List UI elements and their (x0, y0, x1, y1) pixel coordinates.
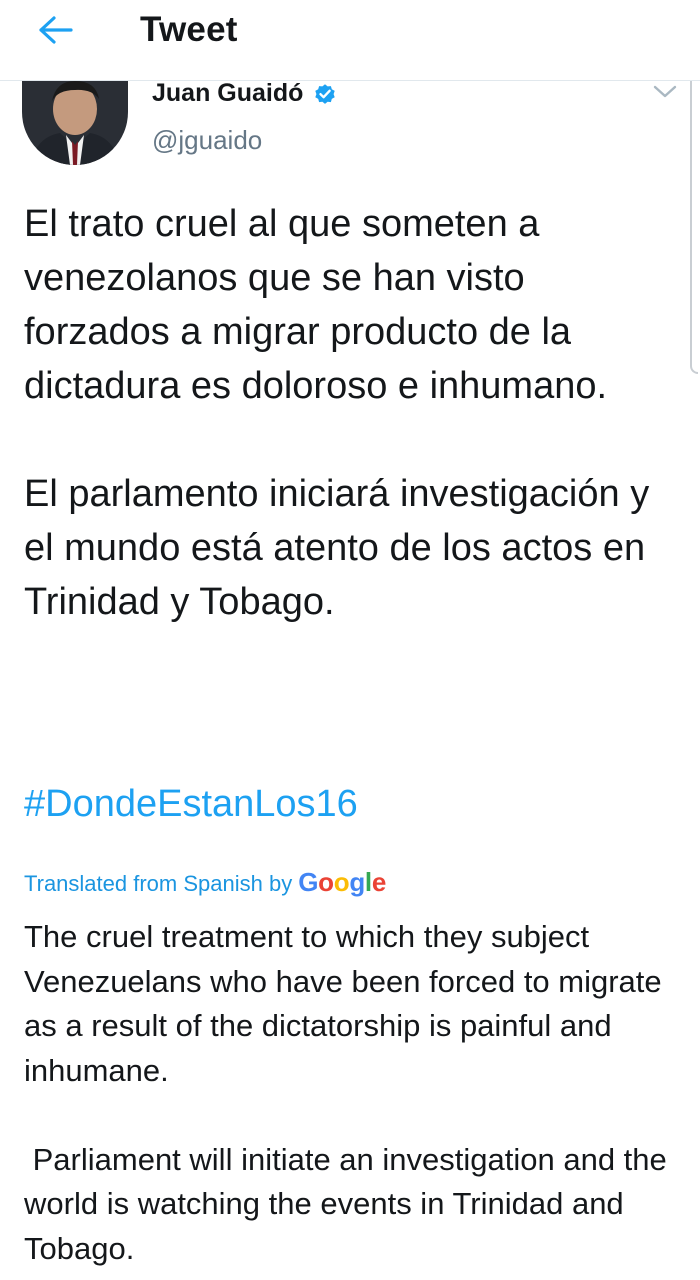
author-handle[interactable]: @jguaido (152, 125, 262, 156)
arrow-left-icon (39, 16, 73, 44)
tweet-text: El trato cruel al que someten a venezola… (24, 197, 664, 629)
tweet-paragraph: El parlamento iniciará investigación y e… (24, 473, 650, 623)
page-title: Tweet (140, 10, 238, 49)
tweet-paragraph: El trato cruel al que someten a venezola… (24, 203, 608, 407)
tweet-detail: Juan Guaidó @jguaido El trato cruel al q… (0, 81, 700, 1280)
scrollbar[interactable] (690, 81, 698, 374)
hashtag-link[interactable]: #DondeEstanLos16 (24, 783, 358, 826)
top-bar: Tweet (0, 0, 700, 81)
avatar[interactable] (22, 81, 128, 165)
google-logo: Google (298, 867, 387, 897)
translation-paragraph: Parliament will initiate an investigatio… (24, 1141, 676, 1266)
translated-text: The cruel treatment to which they subjec… (24, 915, 684, 1271)
translation-label: Translated from Spanish by (24, 871, 293, 896)
chevron-down-icon[interactable] (648, 81, 682, 103)
translation-attribution: Translated from Spanish by Google (24, 867, 386, 898)
translation-paragraph: The cruel treatment to which they subjec… (24, 919, 662, 1088)
author-name[interactable]: Juan Guaidó (152, 81, 337, 108)
author-name-text: Juan Guaidó (152, 81, 304, 107)
back-button[interactable] (30, 8, 82, 52)
verified-badge-icon (315, 83, 336, 104)
